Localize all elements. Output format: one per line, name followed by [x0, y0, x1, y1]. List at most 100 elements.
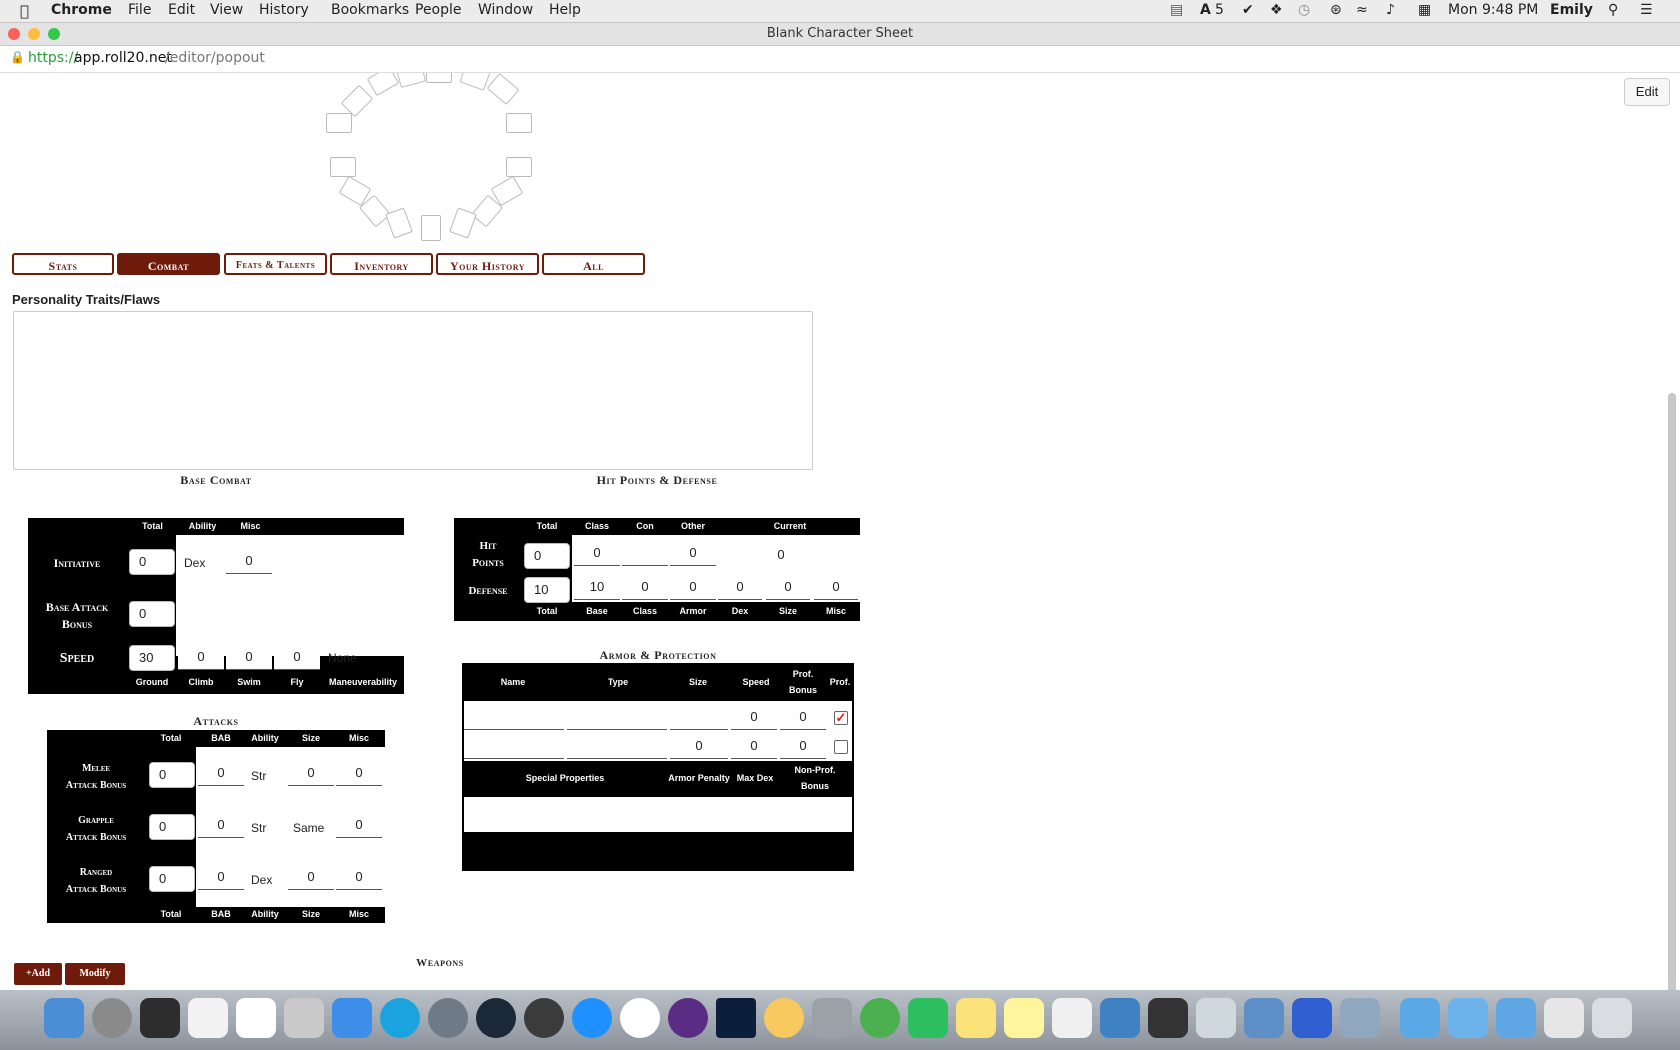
- armor-row1-profbonus[interactable]: 0: [780, 709, 826, 730]
- menu-file[interactable]: File: [128, 2, 151, 18]
- evernote-icon[interactable]: [908, 998, 948, 1038]
- notification-center-icon[interactable]: ☰: [1640, 2, 1653, 18]
- grapple-misc-input[interactable]: 0: [336, 817, 382, 838]
- slot[interactable]: [426, 73, 452, 83]
- image-capture-icon[interactable]: [1340, 998, 1380, 1038]
- initiative-ability[interactable]: Dex: [184, 556, 205, 570]
- armor-row2-type[interactable]: [567, 738, 667, 759]
- defense-total-input[interactable]: 10: [524, 577, 570, 603]
- imovie-icon[interactable]: [668, 998, 708, 1038]
- menu-bookmarks[interactable]: Bookmarks: [331, 2, 409, 18]
- armor-row2-speed[interactable]: 0: [731, 738, 777, 759]
- defense-armor-input[interactable]: 0: [670, 579, 716, 600]
- malwarebytes-icon[interactable]: [1292, 998, 1332, 1038]
- tab-feats-talents[interactable]: Feats & Talents: [224, 253, 327, 275]
- menu-app-name[interactable]: Chrome: [51, 2, 112, 18]
- time-machine-icon[interactable]: ◷: [1298, 2, 1310, 18]
- grapple-size[interactable]: Same: [293, 821, 324, 835]
- textedit-icon[interactable]: [1052, 998, 1092, 1038]
- scrollbar-thumb[interactable]: [1668, 393, 1676, 990]
- menu-edit[interactable]: Edit: [168, 2, 195, 18]
- initiative-misc-input[interactable]: 0: [226, 553, 272, 574]
- speed-climb-input[interactable]: 0: [178, 649, 224, 670]
- ranged-misc-input[interactable]: 0: [336, 869, 382, 890]
- bab-total-input[interactable]: 0: [129, 601, 175, 627]
- dvd-player-icon[interactable]: [284, 998, 324, 1038]
- photos-icon[interactable]: [764, 998, 804, 1038]
- armor-row2-profbonus[interactable]: 0: [780, 738, 826, 759]
- melee-bab-input[interactable]: 0: [198, 765, 244, 786]
- add-weapon-button[interactable]: +Add: [14, 963, 62, 985]
- documents-folder-icon[interactable]: [1448, 998, 1488, 1038]
- menu-help[interactable]: Help: [549, 2, 581, 18]
- slot[interactable]: [330, 157, 356, 177]
- speed-fly-input[interactable]: 0: [274, 649, 320, 670]
- menu-window[interactable]: Window: [478, 2, 533, 18]
- hp-current-input[interactable]: 0: [756, 547, 806, 565]
- launchpad-icon[interactable]: [188, 998, 228, 1038]
- app-store-icon[interactable]: [572, 998, 612, 1038]
- speed-maneuverability[interactable]: None: [328, 651, 357, 665]
- defense-base-input[interactable]: 10: [574, 579, 620, 600]
- dropbox-app-icon[interactable]: [332, 998, 372, 1038]
- bluetooth-icon[interactable]: ⊛: [1330, 2, 1342, 18]
- calendar-app-icon[interactable]: [236, 998, 276, 1038]
- grapple-ability[interactable]: Str: [251, 821, 266, 835]
- cast-icon[interactable]: ▤: [1170, 2, 1183, 18]
- armor-row1-prof-checkbox[interactable]: ✓: [834, 711, 848, 725]
- adobe-icon[interactable]: A: [1200, 2, 1211, 18]
- finder-icon[interactable]: [44, 998, 84, 1038]
- menu-view[interactable]: View: [210, 2, 243, 18]
- user-name[interactable]: Emily: [1550, 2, 1593, 18]
- tab-all[interactable]: All: [542, 253, 645, 275]
- grapple-bab-input[interactable]: 0: [198, 817, 244, 838]
- armor-row1-speed[interactable]: 0: [731, 709, 777, 730]
- melee-ability[interactable]: Str: [251, 769, 266, 783]
- edit-button[interactable]: Edit: [1624, 78, 1670, 106]
- tab-inventory[interactable]: Inventory: [330, 253, 433, 275]
- armor-row2-size[interactable]: 0: [670, 738, 728, 759]
- defense-misc-input[interactable]: 0: [814, 579, 858, 600]
- wifi-icon[interactable]: ≈: [1356, 2, 1368, 18]
- slot[interactable]: [326, 113, 352, 133]
- speed-ground-input[interactable]: 30: [129, 645, 175, 671]
- trash-icon[interactable]: [1592, 998, 1632, 1038]
- apple-menu-icon[interactable]: : [20, 2, 29, 20]
- calendar-icon[interactable]: ▦: [1418, 2, 1431, 18]
- spotlight-search-icon[interactable]: ⚲: [1608, 2, 1618, 18]
- slot[interactable]: [459, 73, 491, 91]
- ranged-size-input[interactable]: 0: [288, 869, 334, 890]
- system-preferences-icon[interactable]: [92, 998, 132, 1038]
- slot[interactable]: [385, 207, 413, 239]
- stickies-icon[interactable]: [956, 998, 996, 1038]
- melee-size-input[interactable]: 0: [288, 765, 334, 786]
- ranged-bab-input[interactable]: 0: [198, 869, 244, 890]
- tab-combat[interactable]: Combat: [117, 253, 220, 275]
- hp-total-input[interactable]: 0: [524, 543, 570, 569]
- hp-class-input[interactable]: 0: [574, 545, 620, 566]
- quicktime-icon[interactable]: [524, 998, 564, 1038]
- armor-row2-prof-checkbox[interactable]: [834, 740, 848, 754]
- keychain-icon[interactable]: [812, 998, 852, 1038]
- personality-textarea[interactable]: [13, 311, 813, 470]
- slot[interactable]: [421, 215, 441, 241]
- slot[interactable]: [486, 73, 520, 106]
- preview-icon[interactable]: [1196, 998, 1236, 1038]
- grapple-total-input[interactable]: 0: [149, 814, 195, 840]
- hp-con-input[interactable]: [622, 545, 668, 566]
- slot[interactable]: [395, 73, 427, 89]
- melee-misc-input[interactable]: 0: [336, 765, 382, 786]
- armor-row1-name[interactable]: [464, 709, 564, 730]
- slot[interactable]: [506, 113, 532, 133]
- defense-size-input[interactable]: 0: [766, 579, 810, 600]
- slot[interactable]: [449, 207, 477, 239]
- steam-icon[interactable]: [476, 998, 516, 1038]
- tab-your-history[interactable]: Your History: [436, 253, 539, 275]
- applications-folder-icon[interactable]: [1400, 998, 1440, 1038]
- document-stack-icon[interactable]: [1544, 998, 1584, 1038]
- skype-icon[interactable]: [380, 998, 420, 1038]
- downloads-folder-icon[interactable]: [1496, 998, 1536, 1038]
- dropbox-icon[interactable]: ❖: [1270, 2, 1283, 18]
- speed-swim-input[interactable]: 0: [226, 649, 272, 670]
- hp-other-input[interactable]: 0: [670, 545, 716, 566]
